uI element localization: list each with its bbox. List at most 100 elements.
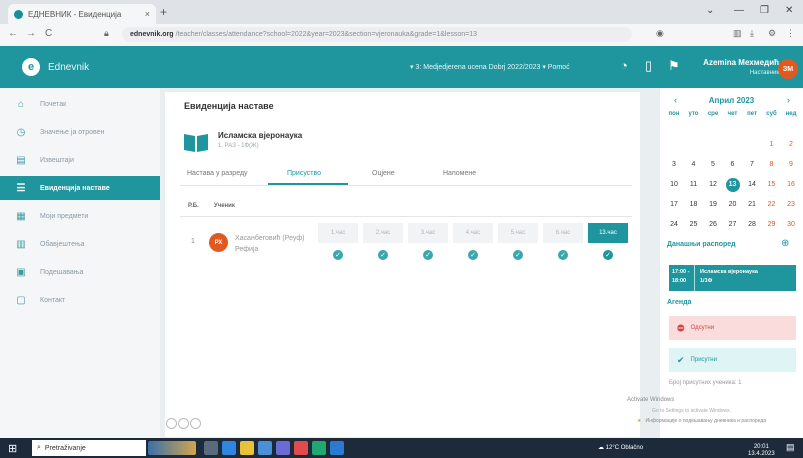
notification-center-icon[interactable]: ▤: [786, 442, 795, 453]
calendar-day[interactable]: 23: [781, 198, 801, 212]
calendar-day[interactable]: 11: [684, 178, 704, 192]
hour-column-header[interactable]: 13.час: [588, 223, 628, 243]
word-icon[interactable]: [330, 441, 344, 455]
zoom-reset-icon[interactable]: [178, 418, 189, 429]
zoom-out-icon[interactable]: [166, 418, 177, 429]
download-icon[interactable]: ⤓: [750, 28, 754, 39]
taskbar-search[interactable]: ⌕ Pretraživanje: [32, 440, 146, 456]
main-tab[interactable]: Оцјене: [372, 170, 395, 177]
tab-close-icon[interactable]: ×: [145, 9, 150, 19]
store-icon[interactable]: [258, 441, 272, 455]
main-tab[interactable]: Настава у разреду: [187, 170, 248, 177]
sidebar-item[interactable]: ⌂ Почетак: [0, 92, 160, 116]
maximize-icon[interactable]: ❐: [760, 5, 769, 16]
app-logo-icon[interactable]: e: [22, 58, 40, 76]
calendar-day[interactable]: 8: [762, 158, 782, 172]
calendar-day[interactable]: 16: [781, 178, 801, 192]
sidebar-item[interactable]: ▤ Извештаји: [0, 148, 160, 172]
sidebar-item[interactable]: ▢ Контакт: [0, 288, 160, 312]
calendar-day[interactable]: 25: [684, 218, 704, 232]
calendar-day[interactable]: 29: [762, 218, 782, 232]
calendar-day[interactable]: 21: [742, 198, 762, 212]
menu-icon[interactable]: ⋮: [786, 28, 795, 39]
reload-icon[interactable]: C: [45, 28, 52, 39]
calendar-day[interactable]: 27: [723, 218, 743, 232]
calendar-day[interactable]: 24: [664, 218, 684, 232]
hour-column-header[interactable]: 6.час: [543, 223, 583, 243]
task-view-icon[interactable]: [204, 441, 218, 455]
attendance-mark-icon[interactable]: ✓: [513, 250, 523, 260]
hour-column-header[interactable]: 5.час: [498, 223, 538, 243]
calendar-day[interactable]: 30: [781, 218, 801, 232]
calendar-next-icon[interactable]: ›: [787, 95, 790, 105]
calendar-day[interactable]: 20: [723, 198, 743, 212]
calendar-day[interactable]: 5: [703, 158, 723, 172]
calendar-day[interactable]: 18: [684, 198, 704, 212]
calendar-day[interactable]: 3: [664, 158, 684, 172]
present-box[interactable]: ✔︎ Присутни: [669, 348, 796, 372]
calendar-day[interactable]: 2: [781, 138, 801, 152]
calendar-day[interactable]: 26: [703, 218, 723, 232]
attendance-mark-icon[interactable]: ✓: [423, 250, 433, 260]
hour-column-header[interactable]: 3.час: [408, 223, 448, 243]
hour-column-header[interactable]: 2.час: [363, 223, 403, 243]
sidebar-item[interactable]: ▣ Подешавања: [0, 260, 160, 284]
url-input[interactable]: ednevnik.org/teacher/classes/attendance?…: [122, 27, 632, 42]
sidebar-item[interactable]: ▥ Обавјештења: [0, 232, 160, 256]
windows-start-icon[interactable]: ⊞: [8, 442, 17, 455]
calendar-day[interactable]: 14: [742, 178, 762, 192]
calendar-day[interactable]: 19: [703, 198, 723, 212]
teams-icon[interactable]: [276, 441, 290, 455]
edge-icon[interactable]: [222, 441, 236, 455]
sidebar-item[interactable]: ▦ Моји предмети: [0, 204, 160, 228]
calendar-day[interactable]: 6: [723, 158, 743, 172]
notification-icon[interactable]: ◔: [620, 58, 628, 73]
tab-list-icon[interactable]: ⌄: [706, 5, 714, 16]
hour-column-header[interactable]: 4.час: [453, 223, 493, 243]
absent-box[interactable]: ⛔︎ Одсутни: [669, 316, 796, 340]
calendar-day[interactable]: 12: [703, 178, 723, 192]
calendar-day[interactable]: 15: [762, 178, 782, 192]
weather-status[interactable]: ☁ 12°C Oblačno: [598, 444, 643, 451]
calendar-day[interactable]: 9: [781, 158, 801, 172]
hour-column-header[interactable]: 1.час: [318, 223, 358, 243]
calendar-day[interactable]: 7: [742, 158, 762, 172]
app-icon[interactable]: [294, 441, 308, 455]
close-window-icon[interactable]: ✕: [785, 5, 793, 16]
browser-tab[interactable]: EДНЕВНИК - Евиденција ×: [8, 4, 156, 24]
attendance-mark-icon[interactable]: ✓: [378, 250, 388, 260]
add-schedule-icon[interactable]: ⊕: [781, 238, 789, 249]
calendar-day[interactable]: 22: [762, 198, 782, 212]
clock[interactable]: 20:01 13.4.2023: [748, 444, 775, 458]
sidebar-item[interactable]: ☰ Евиденција наставе: [0, 176, 160, 200]
profile-icon[interactable]: ◉: [656, 28, 664, 39]
zoom-in-icon[interactable]: [190, 418, 201, 429]
explorer-icon[interactable]: [240, 441, 254, 455]
calendar-day[interactable]: 10: [664, 178, 684, 192]
school-year-selector[interactable]: ▾ 3: Medjedjerena ucena Dobrj 2022/2023 …: [410, 63, 570, 71]
chrome-icon[interactable]: [312, 441, 326, 455]
calendar-day[interactable]: 28: [742, 218, 762, 232]
schedule-item[interactable]: 17:00 - 18:00 Исламска вјеронаука 1/1Ф: [669, 265, 796, 291]
calendar-day[interactable]: 17: [664, 198, 684, 212]
forward-icon[interactable]: →: [26, 28, 36, 39]
minimize-icon[interactable]: —: [734, 5, 744, 16]
main-tab[interactable]: Присуство: [287, 170, 321, 177]
calendar-day[interactable]: 1: [762, 138, 782, 152]
calendar-day[interactable]: 4: [684, 158, 704, 172]
new-tab-button[interactable]: +: [160, 5, 167, 19]
main-tab[interactable]: Напомене: [443, 170, 476, 177]
student-name[interactable]: Хасанбеговић (Реуф) Рефија: [235, 233, 305, 255]
settings-icon[interactable]: ⚙︎: [768, 28, 776, 39]
taskbar-widget-icon[interactable]: [148, 441, 196, 455]
attendance-mark-icon[interactable]: ✓: [558, 250, 568, 260]
attendance-mark-icon[interactable]: ✓: [333, 250, 343, 260]
messages-icon[interactable]: ▯: [645, 58, 652, 74]
user-avatar[interactable]: ЗМ: [778, 59, 798, 79]
sidebar-item[interactable]: ◷ Значење ја отровен: [0, 120, 160, 144]
calendar-day[interactable]: 13: [723, 178, 743, 192]
attendance-mark-icon[interactable]: ✓: [468, 250, 478, 260]
extensions-icon[interactable]: ▥: [733, 28, 742, 39]
back-icon[interactable]: ←: [8, 28, 18, 39]
attendance-mark-icon[interactable]: ✓: [603, 250, 613, 260]
